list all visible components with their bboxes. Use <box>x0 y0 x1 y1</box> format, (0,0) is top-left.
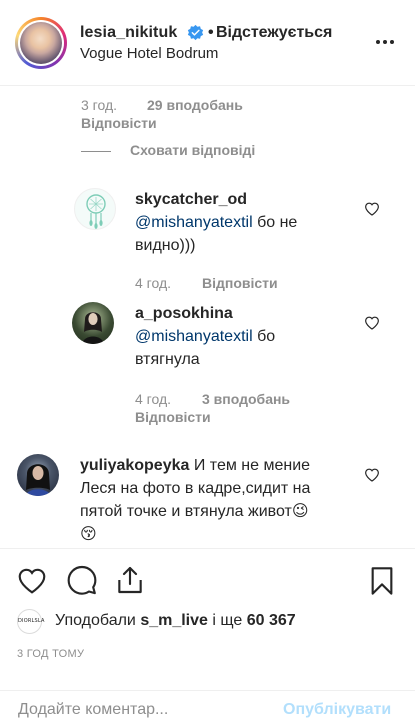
likes-summary[interactable]: DIORLSLA Уподобали s_m_live і ще 60 367 <box>17 606 397 636</box>
reply-time: 4 год. <box>135 275 172 291</box>
reply-button[interactable]: Відповісти <box>135 409 211 425</box>
heart-icon[interactable] <box>364 315 380 331</box>
comment-likes-count[interactable]: 29 вподобань <box>147 97 243 113</box>
mention-link[interactable]: @mishanyatextil <box>135 328 253 345</box>
following-button[interactable]: Відстежується <box>216 24 332 42</box>
profile-photo <box>20 22 62 64</box>
reply-text: skycatcher_od @mishanyatextil бо не видн… <box>135 191 298 254</box>
more-options-icon[interactable] <box>370 32 400 52</box>
mention-link[interactable]: @mishanyatextil <box>135 214 253 231</box>
reply-username[interactable]: a_posokhina <box>135 305 233 322</box>
reply-avatar[interactable] <box>74 188 116 230</box>
liker-username[interactable]: s_m_live <box>140 612 208 629</box>
wink-emoji: 😉 <box>291 503 309 520</box>
comment-text: yuliyakopeyka И тем не мение Леся на фот… <box>80 457 311 543</box>
liker-avatar[interactable]: DIORLSLA <box>17 609 44 634</box>
kiss-emoji: 😚 <box>80 526 97 543</box>
location-link[interactable]: Vogue Hotel Bodrum <box>80 45 218 62</box>
comment-username[interactable]: yuliyakopeyka <box>80 457 189 474</box>
comment-time: 3 год. <box>81 97 118 113</box>
profile-avatar[interactable] <box>15 17 67 69</box>
comment-input[interactable] <box>18 698 268 722</box>
comment-bubble-icon[interactable] <box>66 565 98 597</box>
hide-replies-button[interactable]: Сховати відповіді <box>130 142 255 158</box>
heart-icon[interactable] <box>364 467 380 483</box>
reply-avatar[interactable] <box>72 302 114 344</box>
likes-text: Уподобали s_m_live і ще 60 367 <box>55 612 296 629</box>
reply-likes-count[interactable]: 3 вподобань <box>202 391 290 407</box>
verified-badge-icon <box>187 24 204 41</box>
share-icon[interactable] <box>114 564 146 596</box>
username-link[interactable]: lesia_nikituk <box>80 24 177 42</box>
dreamcatcher-icon <box>86 194 106 229</box>
comments-list[interactable]: 3 год. 29 вподобань Відповісти Сховати в… <box>0 86 415 546</box>
heart-icon[interactable] <box>16 565 48 597</box>
reply-button[interactable]: Відповісти <box>81 115 157 131</box>
add-comment-bar: Опублікувати <box>0 690 415 724</box>
bookmark-icon[interactable] <box>366 565 398 597</box>
separator-dot: • <box>208 24 214 41</box>
comment-avatar[interactable] <box>17 454 59 496</box>
heart-icon[interactable] <box>364 201 380 217</box>
replies-divider <box>81 151 111 152</box>
post-timestamp[interactable]: 3 ГОД ТОМУ <box>17 648 84 660</box>
reply-text: a_posokhina @mishanyatextil бо втягнула <box>135 305 276 368</box>
post-actions: DIORLSLA Уподобали s_m_live і ще 60 367 … <box>0 548 415 723</box>
reply-time: 4 год. <box>135 391 172 407</box>
reply-username[interactable]: skycatcher_od <box>135 191 247 208</box>
post-header: lesia_nikituk • Відстежується Vogue Hote… <box>0 0 415 86</box>
publish-button[interactable]: Опублікувати <box>283 701 391 719</box>
likes-count[interactable]: 60 367 <box>247 612 296 629</box>
reply-button[interactable]: Відповісти <box>202 275 278 291</box>
